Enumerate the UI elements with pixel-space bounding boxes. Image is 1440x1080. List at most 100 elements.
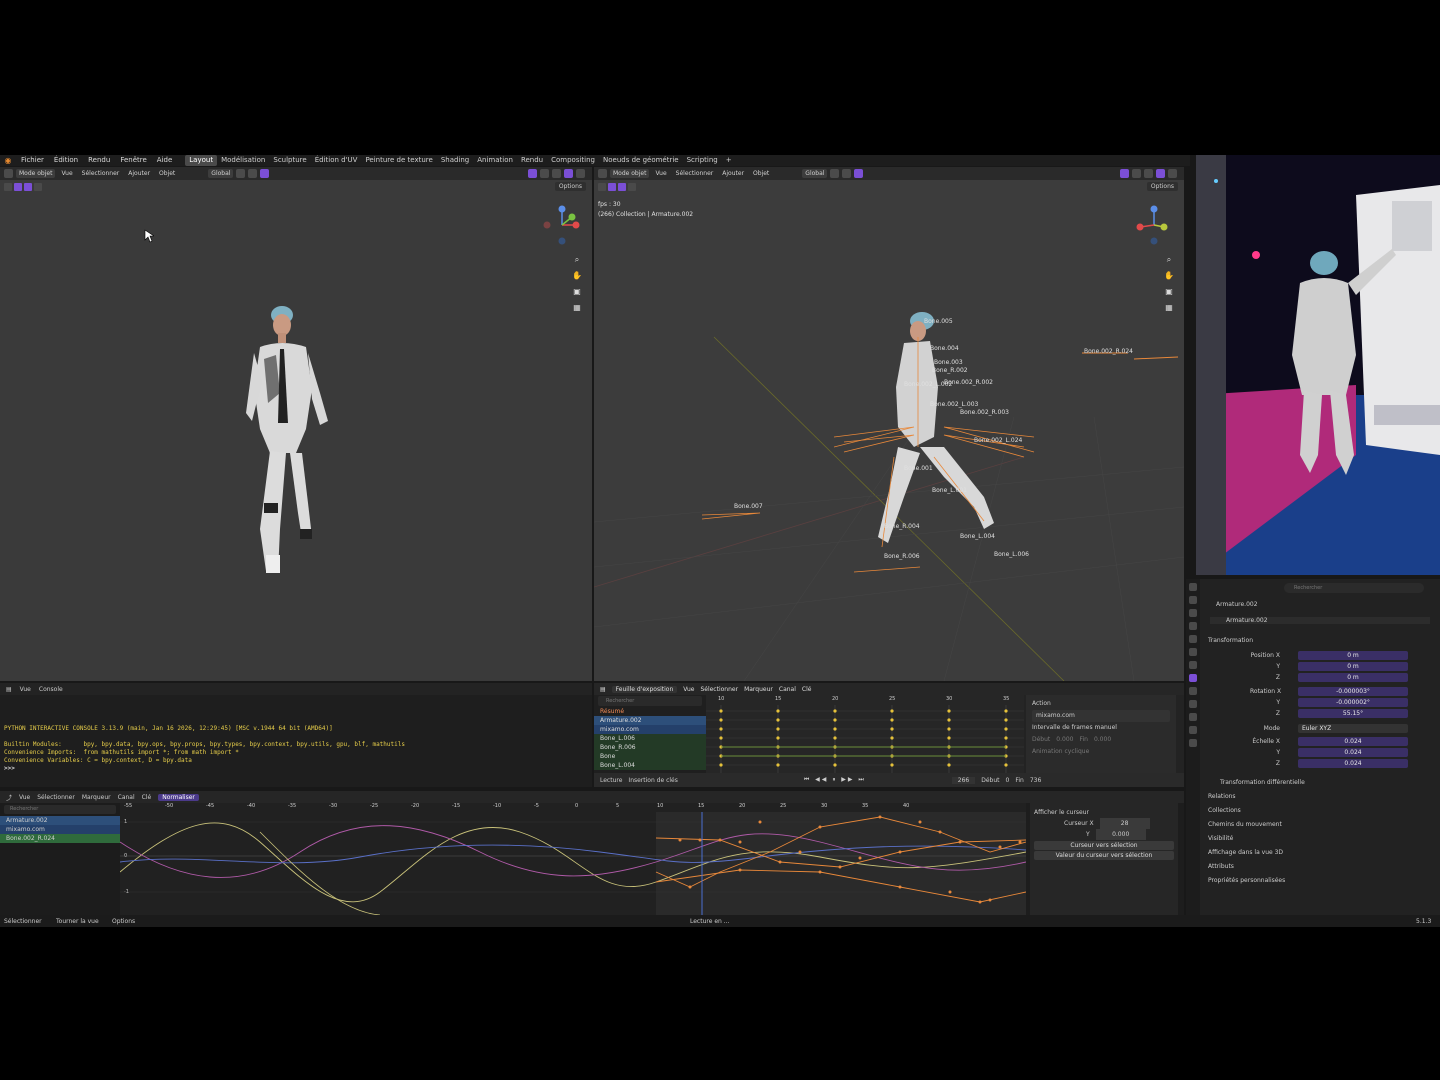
constraints-tab-icon[interactable]	[1189, 713, 1197, 721]
shading-material-icon[interactable]	[564, 169, 573, 178]
snap-icon[interactable]	[248, 169, 258, 178]
delta-transform-panel[interactable]: Transformation différentielle	[1220, 779, 1305, 786]
graph-menu-marker[interactable]: Marqueur	[82, 794, 111, 801]
editor-type-icon[interactable]	[4, 169, 13, 178]
cursor-x-field[interactable]: 28	[1099, 818, 1150, 829]
graph-menu-select[interactable]: Sélectionner	[37, 794, 75, 801]
scale-x-field[interactable]: 0.024	[1298, 737, 1408, 746]
shading-rendered-icon[interactable]	[576, 169, 585, 178]
cursor-to-selection-button[interactable]: Curseur vers sélection	[1034, 841, 1174, 850]
collections-panel[interactable]: Collections	[1208, 807, 1241, 814]
channel-summary[interactable]: Résumé	[594, 707, 706, 716]
viewport-left[interactable]: Mode objet Vue Sélectionner Ajouter Obje…	[0, 167, 592, 681]
menu-object[interactable]: Objet	[156, 169, 178, 178]
zoom-icon[interactable]: ⌕	[572, 255, 582, 265]
navigation-gizmo[interactable]	[1128, 203, 1178, 253]
view-layer-tab-icon[interactable]	[1189, 622, 1197, 630]
xray-icon[interactable]	[540, 169, 549, 178]
normalize-toggle[interactable]: Normaliser	[158, 793, 199, 801]
playback-menu[interactable]: Lecture	[600, 777, 622, 784]
options-dropdown[interactable]: Options	[554, 182, 586, 191]
console-prompt[interactable]: >>>	[4, 765, 18, 772]
dope-mode-select[interactable]: Feuille d'exposition	[611, 685, 678, 693]
menu-window[interactable]: Fenêtre	[115, 155, 151, 166]
graph-menu-channel[interactable]: Canal	[118, 794, 135, 801]
motion-paths-panel[interactable]: Chemins du mouvement	[1208, 821, 1282, 828]
tab-layout[interactable]: Layout	[185, 155, 218, 166]
mode-select[interactable]: Mode objet	[16, 169, 56, 178]
pan-hand-icon[interactable]: ✋	[572, 271, 582, 281]
location-y-field[interactable]: 0 m	[1298, 662, 1408, 671]
graph-menu-view[interactable]: Vue	[19, 794, 30, 801]
location-x-field[interactable]: 0 m	[1298, 651, 1408, 660]
current-frame-field[interactable]: 266	[951, 776, 976, 784]
end-frame-field[interactable]: 736	[1030, 777, 1041, 784]
cursor-value-to-selection-button[interactable]: Valeur du curseur vers sélection	[1034, 851, 1174, 860]
editor-type-icon[interactable]: ▤	[600, 686, 606, 693]
rotation-mode-select[interactable]: Euler XYZ	[1298, 724, 1408, 733]
properties-editor[interactable]: Rechercher Armature.002 Armature.002 Tra…	[1186, 579, 1440, 915]
data-tab-icon[interactable]	[1189, 726, 1197, 734]
viewport-right[interactable]: Mode objet Vue Sélectionner Ajouter Obje…	[594, 167, 1184, 681]
grid-icon[interactable]: ▦	[572, 303, 582, 313]
render-tab-icon[interactable]	[1189, 596, 1197, 604]
transform-panel-header[interactable]: Transformation	[1208, 637, 1253, 644]
tab-compositing[interactable]: Compositing	[547, 155, 599, 166]
tab-animation[interactable]: Animation	[473, 155, 517, 166]
relations-panel[interactable]: Relations	[1208, 793, 1236, 800]
console-menu-view[interactable]: Vue	[20, 686, 31, 693]
pan-hand-icon[interactable]: ✋	[1164, 271, 1174, 281]
start-frame-field[interactable]: 0	[1006, 777, 1010, 784]
tab-rendering[interactable]: Rendu	[517, 155, 547, 166]
start-field[interactable]: 0.000	[1056, 734, 1073, 746]
rotation-y-field[interactable]: -0.000002°	[1298, 698, 1408, 707]
world-tab-icon[interactable]	[1189, 648, 1197, 656]
overlay-icon[interactable]	[528, 169, 537, 178]
modifier-tab-icon[interactable]	[1189, 687, 1197, 695]
channel-bone[interactable]: Bone_R.006	[594, 743, 706, 752]
tab-shading[interactable]: Shading	[437, 155, 473, 166]
blender-logo-icon[interactable]: ◉	[3, 156, 13, 166]
editor-type-icon[interactable]: ⤴	[6, 793, 12, 802]
dope-keyframes[interactable]	[706, 705, 1024, 773]
custom-properties-panel[interactable]: Propriétés personnalisées	[1208, 877, 1285, 884]
object-tab-icon[interactable]	[1189, 674, 1197, 682]
menu-render[interactable]: Rendu	[83, 155, 115, 166]
tab-geometry-nodes[interactable]: Noeuds de géométrie	[599, 155, 683, 166]
dope-menu-channel[interactable]: Canal	[779, 686, 796, 693]
editor-type-icon[interactable]: ▤	[6, 686, 12, 693]
bone-tab-icon[interactable]	[1189, 739, 1197, 747]
select-subtract-icon[interactable]	[34, 183, 42, 191]
menu-view[interactable]: Vue	[58, 169, 75, 178]
python-console[interactable]: ▤ Vue Console PYTHON INTERACTIVE CONSOLE…	[0, 683, 592, 787]
dope-search-input[interactable]: Rechercher	[598, 696, 702, 706]
visibility-panel[interactable]: Visibilité	[1208, 835, 1233, 842]
end-field[interactable]: 0.000	[1094, 734, 1111, 746]
action-name-field[interactable]: mixamo.com	[1032, 710, 1170, 722]
dope-keyframe-grid[interactable]: 10 15 20 25 30 35	[706, 695, 1024, 773]
location-z-field[interactable]: 0 m	[1298, 673, 1408, 682]
object-name-field[interactable]: Armature.002	[1210, 617, 1430, 624]
graph-channel-bone[interactable]: Bone.002_R.024	[0, 834, 120, 843]
channel-bone[interactable]: Bone_L.004	[594, 761, 706, 770]
cursor-y-field[interactable]: 0.000	[1095, 829, 1146, 840]
tab-scripting[interactable]: Scripting	[683, 155, 722, 166]
camera-icon[interactable]: ▣	[572, 287, 582, 297]
channel-action[interactable]: mixamo.com	[594, 725, 706, 734]
character-model[interactable]	[236, 303, 346, 588]
tab-uv-editing[interactable]: Édition d'UV	[311, 155, 362, 166]
scale-y-field[interactable]: 0.024	[1298, 748, 1408, 757]
physics-tab-icon[interactable]	[1189, 700, 1197, 708]
rotation-x-field[interactable]: -0.000003°	[1298, 687, 1408, 696]
channel-bone[interactable]: Bone	[594, 752, 706, 761]
pivot-icon[interactable]	[236, 169, 246, 178]
menu-add[interactable]: Ajouter	[125, 169, 153, 178]
dope-menu-select[interactable]: Sélectionner	[700, 686, 738, 693]
menu-file[interactable]: Fichier	[16, 155, 49, 166]
tab-modeling[interactable]: Modélisation	[217, 155, 269, 166]
viewport-display-panel[interactable]: Affichage dans la vue 3D	[1208, 849, 1283, 856]
channel-armature[interactable]: Armature.002	[594, 716, 706, 725]
grid-icon[interactable]: ▦	[1164, 303, 1174, 313]
dope-menu-key[interactable]: Clé	[802, 686, 812, 693]
output-tab-icon[interactable]	[1189, 609, 1197, 617]
